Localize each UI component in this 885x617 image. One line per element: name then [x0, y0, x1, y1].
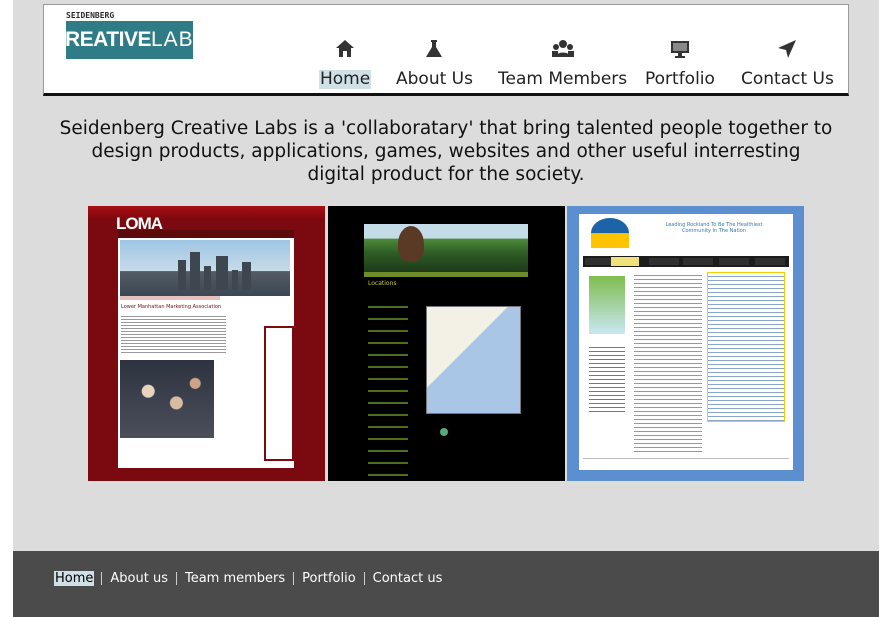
maps-map-image	[426, 306, 521, 414]
rockland-page: Leading Rockland To Be The Healthiest Co…	[579, 214, 793, 470]
nav-item-team[interactable]: Team Members	[497, 37, 628, 89]
logo-small-text: SEIDENBERG	[66, 11, 115, 20]
nav-label-portfolio: Portfolio	[645, 69, 715, 89]
footer-nav: Home About us Team members Portfolio Con…	[54, 571, 450, 586]
loma-content: Lower Manhattan Marketing Association	[118, 230, 294, 468]
main-nav: Home About Us Team Members Portfolio Con…	[44, 37, 848, 97]
monitor-icon	[670, 41, 689, 58]
flask-icon	[426, 40, 443, 57]
intro-text: Seidenberg Creative Labs is a 'collabora…	[44, 117, 848, 186]
nav-item-home[interactable]: Home	[319, 37, 372, 89]
rockland-about-box	[707, 272, 785, 422]
intro-line-2: design products, applications, games, we…	[91, 141, 801, 162]
nav-label-contact: Contact Us	[741, 69, 834, 89]
loma-sidebar	[264, 326, 294, 461]
portfolio-thumb-maps[interactable]: Locations	[328, 206, 565, 481]
home-icon	[336, 40, 355, 57]
loma-body-text	[121, 314, 226, 354]
rockland-tagline: Leading Rockland To Be The Healthiest Co…	[665, 222, 763, 234]
rockland-bottle-image	[589, 276, 625, 334]
footer-link-portfolio[interactable]: Portfolio	[294, 571, 363, 586]
loma-crowd-image	[120, 360, 214, 438]
nav-label-about: About Us	[396, 69, 473, 89]
nav-item-contact[interactable]: Contact Us	[740, 37, 835, 89]
location-arrow-icon	[778, 40, 797, 58]
nav-label-home: Home	[319, 69, 372, 89]
maps-nav-bar	[364, 272, 528, 277]
site-header: SEIDENBERG CREATIVE LABS Home About Us T…	[43, 4, 849, 96]
nav-item-about[interactable]: About Us	[395, 37, 474, 89]
nav-label-team: Team Members	[498, 69, 628, 89]
maps-banner-figure	[398, 226, 424, 262]
maps-location-list	[368, 296, 408, 476]
intro-line-3: digital product for the society.	[307, 164, 585, 185]
loma-heading: Lower Manhattan Marketing Association	[121, 304, 222, 310]
site-footer: Home About us Team members Portfolio Con…	[13, 551, 879, 617]
loma-city-image	[120, 240, 290, 296]
nav-item-portfolio[interactable]: Portfolio	[644, 37, 716, 89]
intro-line-1: Seidenberg Creative Labs is a 'collabora…	[59, 118, 833, 139]
portfolio-thumb-rockland[interactable]: Leading Rockland To Be The Healthiest Co…	[567, 206, 804, 481]
maps-marker-icon	[440, 428, 448, 436]
maps-locations-heading: Locations	[368, 280, 397, 287]
footer-link-team[interactable]: Team members	[177, 571, 293, 586]
portfolio-thumb-loma[interactable]: LOMA Lower Manhattan Marketing Associati…	[88, 206, 325, 481]
footer-link-contact[interactable]: Contact us	[365, 571, 451, 586]
loma-menu	[118, 230, 294, 238]
maps-banner-image	[364, 224, 528, 272]
rockland-menu-active	[611, 257, 639, 266]
users-icon	[551, 40, 574, 57]
rockland-logo	[591, 218, 629, 248]
rockland-priorities-list	[589, 344, 625, 414]
rockland-body-text	[634, 272, 702, 452]
loma-pink-bar	[120, 296, 220, 300]
rockland-footer	[583, 458, 789, 466]
footer-link-about[interactable]: About us	[102, 571, 176, 586]
footer-link-home[interactable]: Home	[54, 571, 95, 586]
